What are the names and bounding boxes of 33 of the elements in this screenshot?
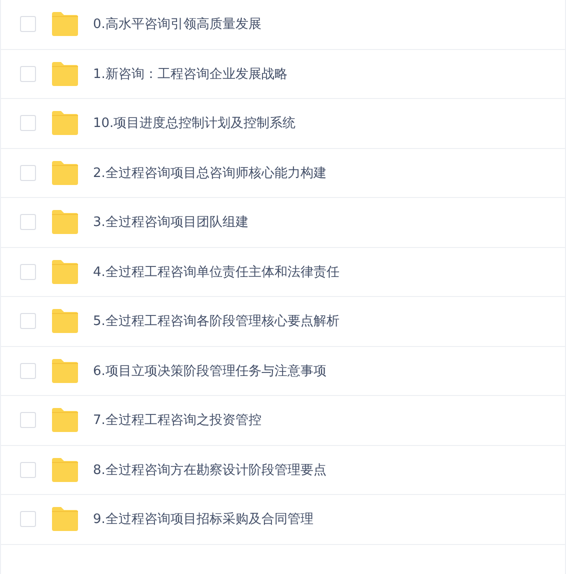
folder-name[interactable]: 8.全过程咨询方在勘察设计阶段管理要点 bbox=[93, 460, 326, 479]
folder-icon bbox=[51, 111, 79, 136]
folder-icon bbox=[51, 458, 79, 482]
folder-icon bbox=[51, 210, 79, 234]
checkbox[interactable] bbox=[20, 16, 36, 32]
folder-icon bbox=[51, 507, 79, 532]
checkbox[interactable] bbox=[20, 264, 36, 280]
folder-icon bbox=[51, 12, 79, 36]
folder-icon bbox=[51, 309, 79, 334]
folder-name[interactable]: 9.全过程咨询项目招标采购及合同管理 bbox=[93, 510, 314, 528]
folder-name[interactable]: 5.全过程工程咨询各阶段管理核心要点解析 bbox=[93, 312, 340, 330]
folder-icon bbox=[51, 260, 79, 284]
folder-name[interactable]: 6.项目立项决策阶段管理任务与注意事项 bbox=[93, 362, 326, 380]
checkbox[interactable] bbox=[20, 115, 36, 132]
folder-name[interactable]: 10.项目进度总控制计划及控制系统 bbox=[93, 114, 296, 132]
checkbox[interactable] bbox=[20, 214, 36, 230]
folder-name[interactable]: 0.高水平咨询引领高质量发展 bbox=[93, 15, 262, 34]
folder-name[interactable]: 4.全过程工程咨询单位责任主体和法律责任 bbox=[93, 262, 340, 281]
checkbox[interactable] bbox=[20, 362, 36, 379]
folder-icon bbox=[51, 408, 79, 432]
checkbox[interactable] bbox=[20, 164, 36, 181]
folder-name[interactable]: 1.新咨询：工程咨询企业发展战略 bbox=[93, 64, 288, 83]
checkbox[interactable] bbox=[20, 412, 36, 428]
checkbox[interactable] bbox=[20, 313, 36, 330]
folder-icon bbox=[51, 62, 79, 86]
folder-icon bbox=[51, 160, 79, 185]
checkbox[interactable] bbox=[20, 66, 36, 82]
folder-name[interactable]: 2.全过程咨询项目总咨询师核心能力构建 bbox=[93, 164, 326, 182]
checkbox[interactable] bbox=[20, 511, 36, 528]
folder-icon bbox=[51, 358, 79, 383]
folder-name[interactable]: 3.全过程咨询项目团队组建 bbox=[93, 213, 248, 232]
checkbox[interactable] bbox=[20, 462, 36, 478]
folder-name[interactable]: 7.全过程工程咨询之投资管控 bbox=[93, 411, 262, 430]
